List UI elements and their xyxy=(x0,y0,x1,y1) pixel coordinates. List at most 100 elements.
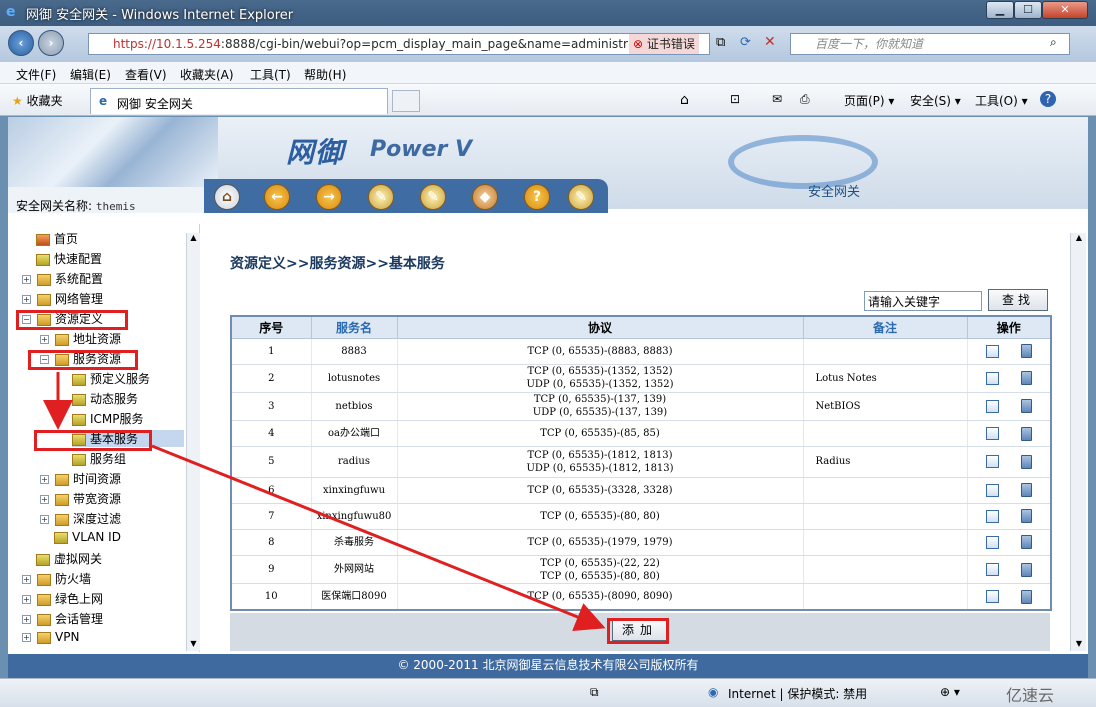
sidebar-item[interactable]: + 时间资源 xyxy=(40,470,121,487)
back-button[interactable]: ‹ xyxy=(8,30,34,56)
trash-icon[interactable] xyxy=(1020,426,1032,441)
certificate-error[interactable]: ⊗ 证书错误 xyxy=(629,34,699,54)
sidebar-item[interactable]: 动态服务 xyxy=(72,390,138,407)
main-scrollbar[interactable]: ▲ ▼ xyxy=(1070,233,1086,651)
trash-icon[interactable] xyxy=(1020,509,1032,524)
expand-icon[interactable]: + xyxy=(22,615,31,624)
edit-icon[interactable] xyxy=(985,535,999,549)
forward-nav-button[interactable]: → xyxy=(316,184,342,210)
service-name: 外网网站 xyxy=(311,555,398,585)
compat-view-icon[interactable]: ⧉ xyxy=(716,35,725,50)
sidebar-item[interactable]: + VPN xyxy=(22,630,79,644)
home-button[interactable]: ⌂ xyxy=(214,184,240,210)
mail-icon[interactable]: ✉ xyxy=(772,92,782,106)
edit-icon[interactable] xyxy=(985,455,999,469)
status-bar: ⧉ ◉ Internet | 保护模式: 禁用 ⊕ ▾ 亿速云 xyxy=(0,678,1096,707)
trash-icon[interactable] xyxy=(1020,562,1032,577)
sidebar-item[interactable]: 首页 xyxy=(36,230,78,247)
sidebar-item[interactable]: 虚拟网关 xyxy=(36,550,102,567)
menu-help[interactable]: 帮助(H) xyxy=(304,66,346,83)
page-menu[interactable]: 页面(P) ▾ xyxy=(844,92,894,109)
maximize-button[interactable]: ☐ xyxy=(1014,1,1042,19)
wand-icon xyxy=(72,453,86,466)
expand-icon[interactable]: + xyxy=(40,495,49,504)
stop-icon[interactable]: ✕ xyxy=(764,34,776,50)
sidebar-item[interactable]: ICMP服务 xyxy=(72,410,144,427)
trash-icon[interactable] xyxy=(1020,483,1032,498)
edit-icon[interactable] xyxy=(985,483,999,497)
scroll-down-icon[interactable]: ▼ xyxy=(1073,639,1085,651)
trash-icon[interactable] xyxy=(1020,371,1032,386)
edit-button[interactable]: ✎ xyxy=(368,184,394,210)
sidebar-item[interactable]: + 系统配置 xyxy=(22,270,103,287)
expand-icon[interactable]: + xyxy=(22,295,31,304)
menu-file[interactable]: 文件(F) xyxy=(16,66,56,83)
find-button[interactable]: 查找 xyxy=(988,289,1048,311)
expand-icon[interactable]: + xyxy=(40,335,49,344)
menu-tools[interactable]: 工具(T) xyxy=(250,66,291,83)
trash-icon[interactable] xyxy=(1020,589,1032,604)
zoom-icon[interactable]: ⊕ ▾ xyxy=(940,685,960,699)
back-nav-button[interactable]: ← xyxy=(264,184,290,210)
tools-menu[interactable]: 工具(O) ▾ xyxy=(975,92,1028,109)
menu-favorites[interactable]: 收藏夹(A) xyxy=(180,66,234,83)
edit-icon[interactable] xyxy=(985,590,999,604)
sidebar-item[interactable]: + 会话管理 xyxy=(22,610,103,627)
sidebar-item[interactable]: + 深度过滤 xyxy=(40,510,121,527)
sidebar-item[interactable]: 预定义服务 xyxy=(72,370,150,387)
logout-button[interactable]: ✎ xyxy=(568,184,594,210)
search-icon[interactable]: ⌕ xyxy=(1050,35,1057,50)
help-icon[interactable]: ? xyxy=(1040,91,1056,107)
keyword-input[interactable] xyxy=(864,291,982,311)
sidebar-item[interactable]: 快速配置 xyxy=(36,250,102,267)
sidebar-item[interactable]: + 绿色上网 xyxy=(22,590,103,607)
sidebar-scrollbar[interactable]: ▲ ▼ xyxy=(186,233,200,651)
scroll-up-icon[interactable]: ▲ xyxy=(1073,233,1085,245)
scroll-down-icon[interactable]: ▼ xyxy=(188,639,199,651)
tab-active[interactable]: e 网御 安全网关 xyxy=(90,88,388,114)
expand-icon[interactable]: + xyxy=(22,275,31,284)
help-button[interactable]: ? xyxy=(524,184,550,210)
expand-icon[interactable]: + xyxy=(22,633,31,642)
home-icon[interactable]: ⌂ xyxy=(680,92,689,108)
edit-icon[interactable] xyxy=(985,344,999,358)
minimize-button[interactable]: ▁ xyxy=(986,1,1014,19)
service-name: radius xyxy=(311,446,398,478)
scroll-up-icon[interactable]: ▲ xyxy=(188,233,199,245)
address-bar[interactable]: https://10.1.5.254:8888/cgi-bin/webui?op… xyxy=(88,33,710,55)
favorites-button[interactable]: ★ 收藏夹 xyxy=(12,92,63,109)
new-tab-button[interactable] xyxy=(392,90,420,112)
sidebar-item[interactable]: 服务组 xyxy=(72,450,126,467)
edit-icon[interactable] xyxy=(985,399,999,413)
edit-icon[interactable] xyxy=(985,371,999,385)
trash-icon[interactable] xyxy=(1020,535,1032,550)
menu-view[interactable]: 查看(V) xyxy=(125,66,167,83)
edit-icon[interactable] xyxy=(985,509,999,523)
trash-icon[interactable] xyxy=(1020,344,1032,359)
menu-edit[interactable]: 编辑(E) xyxy=(70,66,111,83)
expand-icon[interactable]: + xyxy=(40,475,49,484)
forward-button[interactable]: › xyxy=(38,30,64,56)
sidebar-item[interactable]: + 带宽资源 xyxy=(40,490,121,507)
tag-button[interactable]: ◆ xyxy=(472,184,498,210)
trash-icon[interactable] xyxy=(1020,454,1032,469)
sidebar-item[interactable]: + 网络管理 xyxy=(22,290,103,307)
refresh-icon[interactable]: ⟳ xyxy=(740,35,751,50)
protocol-cell: TCP (0, 65535)-(85, 85) xyxy=(397,420,804,448)
edit-icon[interactable] xyxy=(985,427,999,441)
expand-icon[interactable]: + xyxy=(40,515,49,524)
col-name[interactable]: 服务名 xyxy=(310,315,398,339)
feeds-icon[interactable]: ⊡ xyxy=(730,92,740,106)
sidebar-item[interactable]: + 地址资源 xyxy=(40,330,121,347)
trash-icon[interactable] xyxy=(1020,399,1032,414)
sidebar-item[interactable]: + 防火墙 xyxy=(22,570,91,587)
search-input[interactable]: 百度一下，你就知道 xyxy=(790,33,1070,55)
close-button[interactable]: ✕ xyxy=(1042,1,1088,19)
config-button[interactable]: ✎ xyxy=(420,184,446,210)
print-icon[interactable]: ⎙ xyxy=(800,92,810,107)
sidebar-item[interactable]: VLAN ID xyxy=(54,530,121,544)
expand-icon[interactable]: + xyxy=(22,575,31,584)
expand-icon[interactable]: + xyxy=(22,595,31,604)
edit-icon[interactable] xyxy=(985,563,999,577)
safety-menu[interactable]: 安全(S) ▾ xyxy=(910,92,961,109)
